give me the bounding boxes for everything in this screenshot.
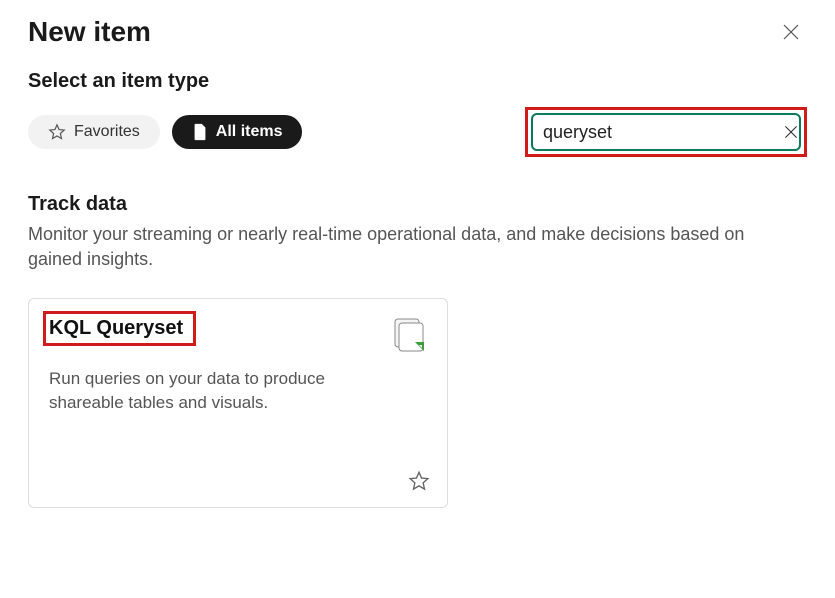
document-icon [192, 123, 208, 141]
section-title: Track data [28, 193, 807, 216]
item-card-kql-queryset[interactable]: KQL Queryset Run queries on your data to… [28, 298, 448, 508]
search-highlight-box [525, 107, 807, 157]
favorites-label: Favorites [74, 123, 140, 141]
favorites-pill[interactable]: Favorites [28, 115, 160, 149]
dialog-title: New item [28, 16, 151, 48]
card-title: KQL Queryset [49, 317, 183, 339]
search-field-container [531, 113, 801, 151]
all-items-pill[interactable]: All items [172, 115, 303, 149]
card-description: Run queries on your data to produce shar… [49, 367, 359, 415]
section-description: Monitor your streaming or nearly real-ti… [28, 222, 788, 272]
close-button[interactable] [775, 16, 807, 48]
filter-pills: Favorites All items [28, 115, 302, 149]
star-icon [48, 123, 66, 141]
card-title-highlight-box: KQL Queryset [43, 311, 196, 346]
close-icon [781, 22, 801, 42]
clear-search-button[interactable] [783, 121, 799, 143]
select-item-type-label: Select an item type [28, 70, 807, 93]
clear-icon [783, 124, 799, 140]
search-input[interactable] [543, 122, 775, 143]
all-items-label: All items [216, 123, 283, 141]
queryset-icon [391, 317, 427, 353]
favorite-toggle[interactable] [405, 467, 433, 495]
star-outline-icon [408, 470, 430, 492]
